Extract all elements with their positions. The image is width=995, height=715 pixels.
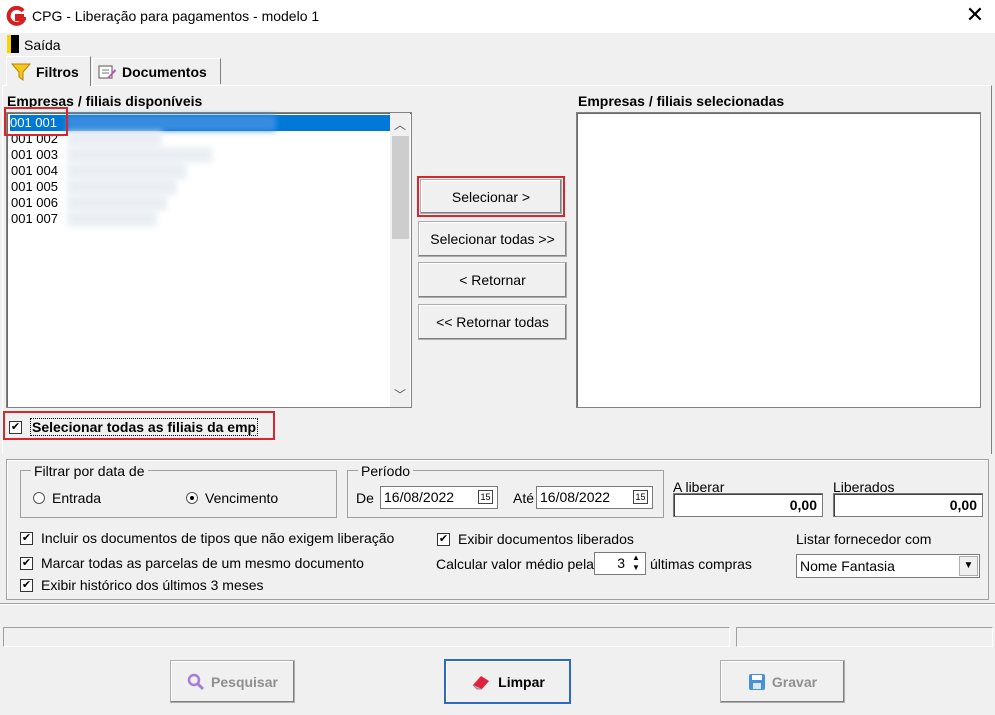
date-to-value: 16/08/2022 bbox=[540, 489, 611, 505]
scroll-up-icon[interactable]: ︿ bbox=[390, 116, 410, 134]
show-released-label[interactable]: Exibir documentos liberados bbox=[458, 531, 634, 547]
available-list-label: Empresas / filiais disponíveis bbox=[7, 93, 203, 109]
available-list[interactable]: 001 001 001 002 001 003 001 004 001 005 … bbox=[6, 112, 412, 408]
list-item-code: 001 001 bbox=[10, 115, 57, 130]
menu-item-exit[interactable]: Saída bbox=[24, 37, 61, 53]
date-to-label: Até bbox=[513, 490, 535, 506]
radio-entrada-label[interactable]: Entrada bbox=[52, 490, 101, 506]
redacted-name bbox=[67, 211, 157, 227]
stepper-arrows-icon[interactable]: ▲ ▼ bbox=[628, 553, 644, 574]
include-docs-label[interactable]: Incluir os documentos de tipos que não e… bbox=[41, 530, 394, 546]
scroll-thumb[interactable] bbox=[392, 136, 409, 239]
document-pen-icon bbox=[98, 65, 116, 79]
show-history-label[interactable]: Exibir histórico dos últimos 3 meses bbox=[41, 577, 264, 593]
list-item-code: 001 007 bbox=[11, 211, 58, 226]
supplier-display-label: Listar fornecedor com bbox=[796, 531, 932, 547]
app-logo-icon bbox=[6, 6, 26, 26]
magnifier-icon bbox=[187, 673, 205, 690]
radio-entrada[interactable] bbox=[33, 492, 45, 504]
window-title: CPG - Liberação para pagamentos - modelo… bbox=[32, 8, 320, 24]
radio-vencimento-label[interactable]: Vencimento bbox=[205, 490, 278, 506]
eraser-icon bbox=[472, 675, 490, 689]
status-panel bbox=[736, 627, 993, 647]
status-panel bbox=[3, 627, 730, 647]
floppy-disk-icon bbox=[748, 673, 765, 690]
return-button[interactable]: < Retornar bbox=[418, 262, 567, 298]
mark-installments-label[interactable]: Marcar todas as parcelas de um mesmo doc… bbox=[41, 555, 364, 571]
liberados-value: 0,00 bbox=[833, 493, 983, 517]
calendar-icon[interactable]: 15 bbox=[478, 490, 493, 504]
selected-list[interactable] bbox=[576, 112, 981, 408]
show-history-checkbox[interactable]: ✔ bbox=[20, 579, 33, 592]
select-all-filiais-checkbox[interactable]: ✔ bbox=[9, 421, 22, 434]
date-to-field[interactable]: 16/08/2022 15 bbox=[536, 486, 653, 509]
date-from-label: De bbox=[356, 490, 374, 506]
list-item[interactable]: 001 004 bbox=[11, 163, 187, 179]
tab-filtros[interactable]: Filtros bbox=[6, 56, 91, 86]
search-button[interactable]: Pesquisar bbox=[170, 660, 295, 703]
clear-button[interactable]: Limpar bbox=[445, 660, 570, 703]
tab-documentos-label: Documentos bbox=[122, 63, 207, 80]
redacted-name bbox=[67, 147, 212, 163]
scroll-down-icon[interactable]: ﹀ bbox=[390, 386, 410, 404]
save-button[interactable]: Gravar bbox=[720, 660, 845, 703]
list-item-code: 001 006 bbox=[11, 195, 58, 210]
chevron-down-icon[interactable]: ▼ bbox=[959, 556, 978, 576]
close-icon[interactable]: ✕ bbox=[960, 2, 990, 30]
exit-door-icon bbox=[7, 35, 19, 53]
selected-list-label: Empresas / filiais selecionadas bbox=[578, 93, 785, 109]
clear-button-label: Limpar bbox=[498, 673, 545, 690]
include-docs-checkbox[interactable]: ✔ bbox=[20, 532, 33, 545]
supplier-display-select[interactable]: Nome Fantasia bbox=[796, 554, 980, 578]
search-button-label: Pesquisar bbox=[211, 673, 278, 690]
list-item-code: 001 003 bbox=[11, 147, 58, 162]
save-button-label: Gravar bbox=[771, 673, 818, 690]
radio-vencimento[interactable] bbox=[186, 492, 198, 504]
list-item[interactable]: 001 006 bbox=[11, 195, 167, 211]
period-legend: Período bbox=[358, 463, 414, 479]
redacted-name bbox=[67, 195, 167, 211]
list-item-code: 001 005 bbox=[11, 179, 58, 194]
funnel-icon bbox=[11, 63, 31, 81]
average-suffix-label: últimas compras bbox=[650, 556, 752, 572]
select-all-button[interactable]: Selecionar todas >> bbox=[418, 221, 567, 257]
redacted-name bbox=[67, 131, 162, 147]
filter-date-legend: Filtrar por data de bbox=[31, 463, 148, 479]
list-item-code: 001 002 bbox=[11, 131, 58, 146]
tab-documentos[interactable]: Documentos bbox=[92, 58, 221, 84]
list-item[interactable]: 001 007 bbox=[11, 211, 157, 227]
return-all-button[interactable]: << Retornar todas bbox=[418, 304, 567, 340]
list-item-code: 001 004 bbox=[11, 163, 58, 178]
calendar-icon[interactable]: 15 bbox=[633, 490, 648, 504]
tab-filtros-label: Filtros bbox=[36, 63, 79, 80]
select-button[interactable]: Selecionar > bbox=[420, 179, 562, 214]
date-from-value: 16/08/2022 bbox=[384, 489, 455, 505]
list-item[interactable]: 001 002 bbox=[11, 131, 162, 147]
select-all-filiais-label[interactable]: Selecionar todas as filiais da emp bbox=[30, 418, 259, 436]
list-item[interactable]: 001 001 bbox=[10, 115, 393, 131]
average-prefix-label: Calcular valor médio pelas bbox=[436, 556, 601, 572]
date-from-field[interactable]: 16/08/2022 15 bbox=[380, 486, 498, 509]
list-item[interactable]: 001 003 bbox=[11, 147, 212, 163]
divider bbox=[0, 603, 995, 605]
show-released-checkbox[interactable]: ✔ bbox=[437, 533, 450, 546]
mark-installments-checkbox[interactable]: ✔ bbox=[20, 557, 33, 570]
redacted-name bbox=[67, 163, 187, 179]
a-liberar-value: 0,00 bbox=[673, 493, 823, 517]
redacted-name bbox=[66, 115, 276, 131]
redacted-name bbox=[67, 179, 177, 195]
list-item[interactable]: 001 005 bbox=[11, 179, 177, 195]
